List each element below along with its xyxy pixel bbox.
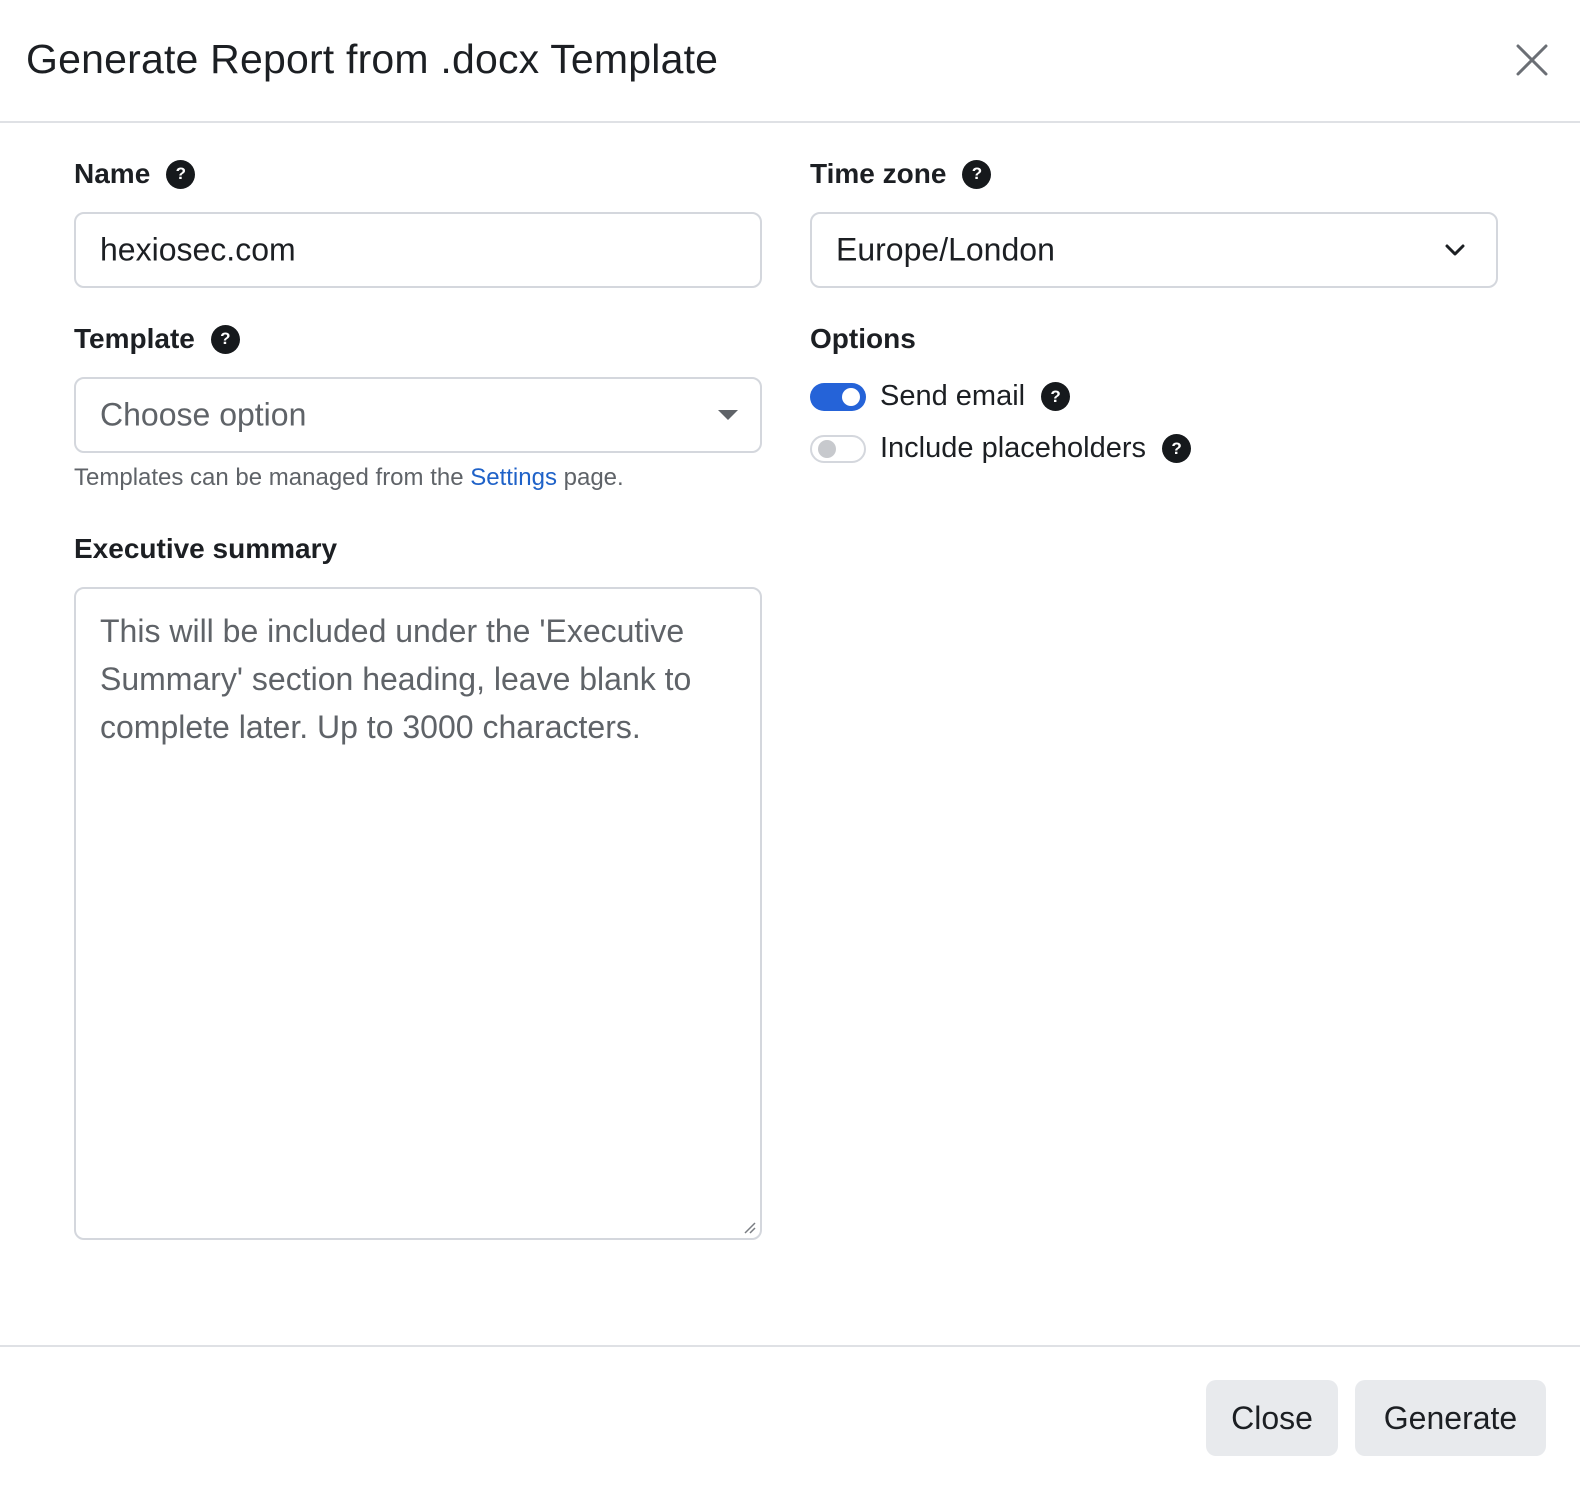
template-select[interactable]: Choose option <box>74 377 762 453</box>
caret-down-icon <box>718 410 738 420</box>
report-dialog: Generate Report from .docx Template Name… <box>0 0 1580 1492</box>
time-zone-label: Time zone <box>810 158 947 189</box>
send-email-label: Send email <box>880 380 1026 412</box>
template-label: Template <box>74 323 195 354</box>
help-icon[interactable]: ? <box>166 159 196 189</box>
resize-handle-icon[interactable] <box>740 1218 756 1234</box>
dialog-footer: Close Generate <box>0 1345 1580 1492</box>
options-label: Options <box>810 323 916 354</box>
hint-suffix: page. <box>563 464 624 491</box>
name-label-row: Name ? <box>74 158 196 190</box>
hint-prefix: Templates can be managed from the <box>74 464 464 491</box>
help-icon[interactable]: ? <box>962 159 992 189</box>
time-zone-select[interactable]: Europe/London <box>810 212 1498 288</box>
close-button[interactable]: Close <box>1206 1380 1338 1456</box>
send-email-row: Send email ? <box>810 380 1071 413</box>
time-zone-label-row: Time zone ? <box>810 158 992 190</box>
help-icon[interactable]: ? <box>1162 434 1192 463</box>
include-placeholders-toggle[interactable] <box>810 434 866 463</box>
help-icon[interactable]: ? <box>1041 382 1071 411</box>
dialog-header: Generate Report from .docx Template <box>0 0 1580 123</box>
name-label: Name <box>74 158 151 189</box>
include-placeholders-row: Include placeholders ? <box>810 432 1192 465</box>
dialog-title: Generate Report from .docx Template <box>26 36 719 82</box>
include-placeholders-label: Include placeholders <box>880 432 1147 464</box>
name-input-value: hexiosec.com <box>100 231 296 268</box>
template-hint: Templates can be managed from the Settin… <box>74 464 624 492</box>
settings-link[interactable]: Settings <box>470 464 557 491</box>
generate-button[interactable]: Generate <box>1355 1380 1546 1456</box>
chevron-down-icon <box>1445 244 1465 256</box>
close-icon[interactable] <box>1512 40 1552 80</box>
template-label-row: Template ? <box>74 323 240 355</box>
template-placeholder: Choose option <box>100 396 307 433</box>
toggle-knob <box>818 439 836 458</box>
help-icon[interactable]: ? <box>210 324 240 354</box>
toggle-knob <box>842 387 860 406</box>
executive-summary-placeholder: This will be included under the 'Executi… <box>100 613 692 745</box>
time-zone-value: Europe/London <box>836 231 1055 268</box>
executive-summary-label: Executive summary <box>74 533 338 564</box>
executive-summary-textarea[interactable]: This will be included under the 'Executi… <box>74 587 762 1240</box>
name-input[interactable]: hexiosec.com <box>74 212 762 288</box>
send-email-toggle[interactable] <box>810 382 866 411</box>
